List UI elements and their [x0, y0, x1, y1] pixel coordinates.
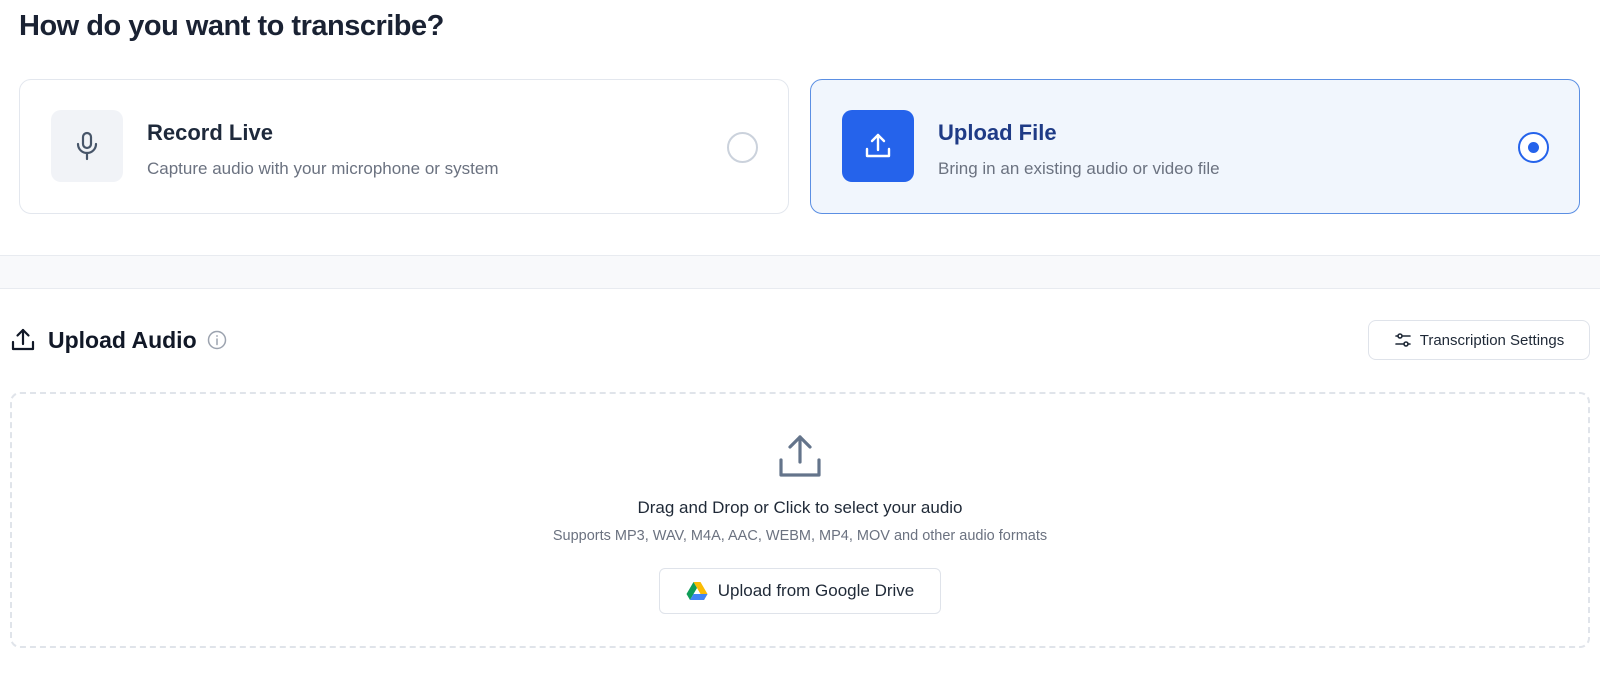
upload-file-radio[interactable]: [1518, 132, 1549, 163]
google-drive-icon: [686, 581, 708, 601]
settings-label: Transcription Settings: [1419, 331, 1565, 349]
dropzone-formats: Supports MP3, WAV, M4A, AAC, WEBM, MP4, …: [552, 528, 1048, 544]
info-icon[interactable]: [207, 330, 227, 350]
upload-file-option[interactable]: Upload File Bring in an existing audio o…: [810, 79, 1580, 214]
upload-file-title: Upload File: [938, 120, 1057, 145]
upload-icon: [842, 110, 914, 182]
record-live-radio[interactable]: [727, 132, 758, 163]
file-dropzone[interactable]: Drag and Drop or Click to select your au…: [10, 392, 1590, 648]
transcribe-mode-section: How do you want to transcribe? Record Li…: [0, 0, 1600, 255]
upload-audio-header: Upload Audio: [10, 322, 227, 358]
microphone-icon: [51, 110, 123, 182]
record-live-title: Record Live: [147, 120, 273, 145]
dropzone-title: Drag and Drop or Click to select your au…: [637, 498, 963, 517]
record-live-subtitle: Capture audio with your microphone or sy…: [147, 159, 499, 178]
transcription-settings-button[interactable]: Transcription Settings: [1368, 320, 1590, 360]
radio-selected-dot: [1528, 142, 1539, 153]
page-title: How do you want to transcribe?: [19, 10, 444, 42]
upload-icon: [776, 432, 824, 485]
google-drive-label: Upload from Google Drive: [717, 581, 915, 600]
upload-icon: [10, 327, 36, 353]
section-title: Upload Audio: [48, 326, 197, 353]
section-divider: [0, 255, 1600, 289]
sliders-icon: [1394, 331, 1412, 349]
record-live-option[interactable]: Record Live Capture audio with your micr…: [19, 79, 789, 214]
upload-file-subtitle: Bring in an existing audio or video file: [938, 159, 1220, 178]
google-drive-button[interactable]: Upload from Google Drive: [659, 568, 941, 614]
